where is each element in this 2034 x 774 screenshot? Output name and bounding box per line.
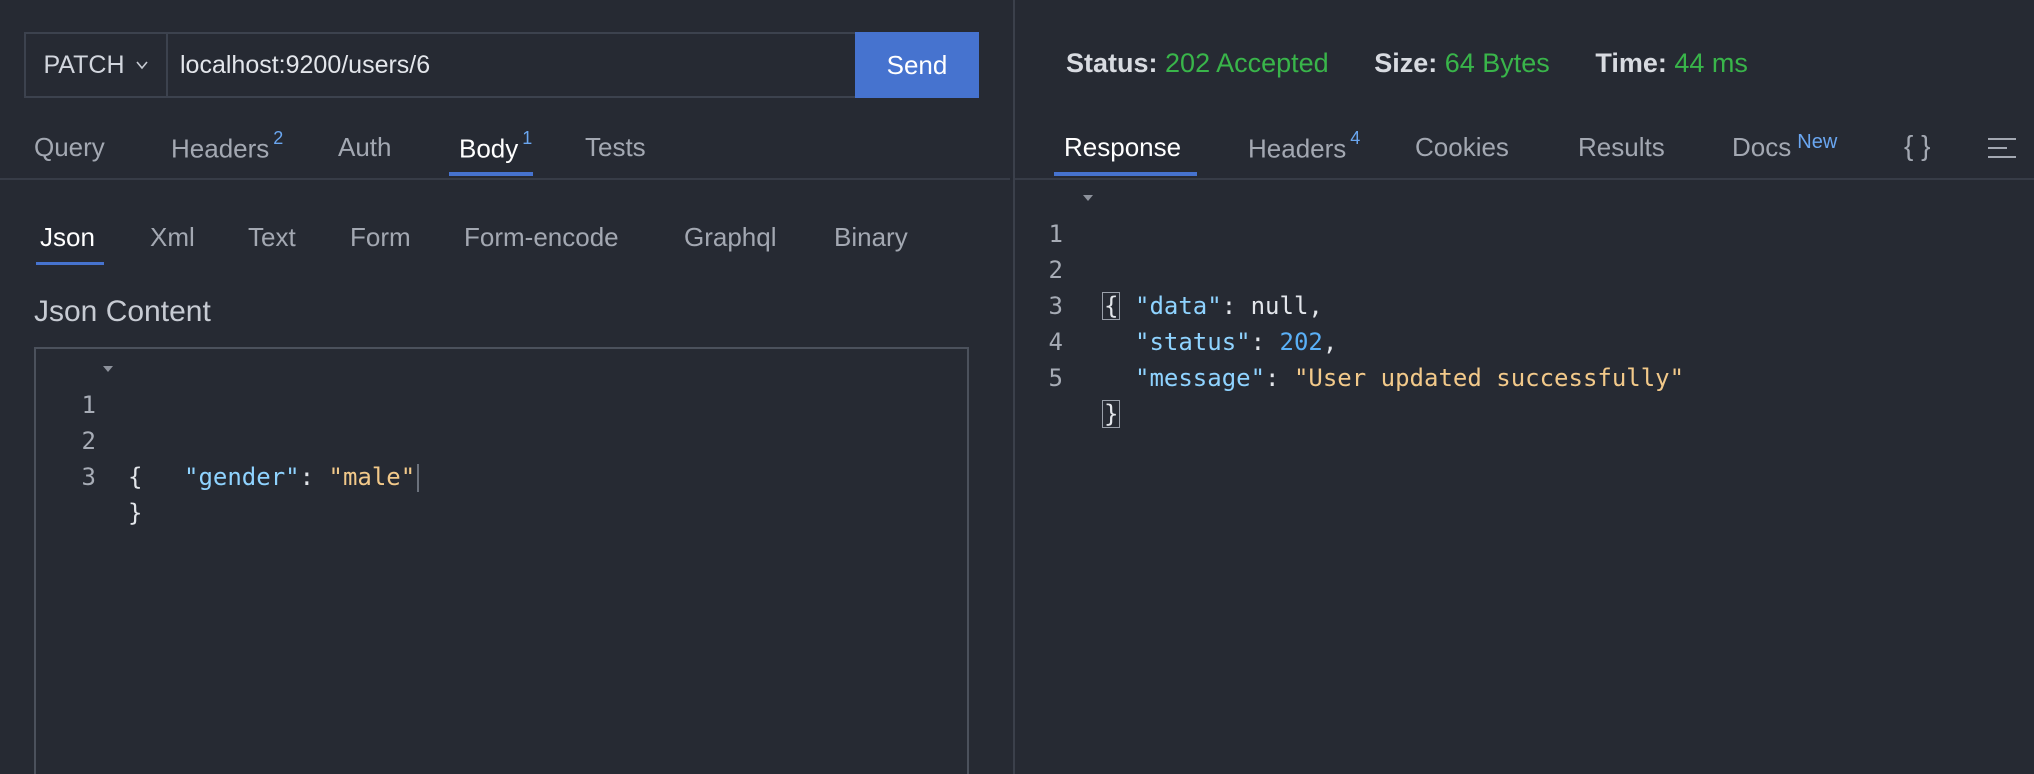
response-text: "message": "User updated successfully" [1135,360,1684,396]
body-tab-json[interactable]: Json [40,222,95,253]
body-tab-form[interactable]: Form [350,222,411,253]
request-pane: PATCH Send Query Headers2 Auth Body1 [0,0,1013,774]
request-tabs: Query Headers 2 Auth Body 1 Tests [0,120,1010,180]
tab-headers[interactable]: Headers 2 [171,128,283,165]
tab-query-label: Query [34,132,105,162]
response-line: 2 "data": null, [1015,216,1323,320]
json-separator: : [1250,328,1280,356]
response-meta: Status: 202 Accepted Size: 64 Bytes Time… [1066,48,1786,79]
response-text: "data": null, [1135,288,1323,324]
response-line: 1 { [1015,180,1131,320]
tab-cookies-label: Cookies [1415,132,1509,162]
json-trailing-comma: , [1322,328,1338,356]
fold-arrow-icon[interactable] [102,364,114,374]
tab-response-headers-label: Headers [1248,133,1347,164]
tab-auth-label: Auth [338,132,392,162]
active-response-tab-indicator [1054,172,1197,176]
json-value: "User updated successfully" [1293,364,1685,392]
json-key: "gender" [184,463,300,491]
fold-arrow-icon[interactable] [1082,193,1094,203]
size-value: 64 Bytes [1444,48,1550,78]
tab-query[interactable]: Query [34,132,105,163]
response-line: 5 } [1015,324,1131,428]
json-content-label: Json Content [34,295,211,328]
json-separator: : [299,463,329,491]
body-tab-graphql[interactable]: Graphql [684,222,777,253]
tab-results[interactable]: Results [1578,132,1665,163]
url-bar: PATCH Send [24,32,979,98]
json-trailing-comma: , [1308,292,1323,320]
body-tab-binary[interactable]: Binary [834,222,908,253]
method-label: PATCH [43,50,125,79]
tab-tests[interactable]: Tests [585,132,646,163]
response-tabs: Response Headers 4 Cookies Results Docs Ne… [1015,120,2034,180]
json-separator: : [1265,364,1294,392]
time-label: Time: [1595,48,1667,78]
tab-results-label: Results [1578,132,1665,162]
editor-text: } [128,499,143,527]
json-separator: : [1221,292,1251,320]
body-count-badge: 1 [522,128,533,148]
tab-body[interactable]: Body 1 [459,128,532,165]
line-number: 3 [81,463,96,491]
tab-docs[interactable]: Docs New [1732,131,1838,163]
tab-auth[interactable]: Auth [338,132,392,163]
json-value: null [1250,292,1309,320]
json-value: "male" [328,463,416,491]
body-tab-form-encode[interactable]: Form-encode [464,222,619,253]
tab-tests-label: Tests [585,132,646,162]
editor-line: 1 { [36,351,152,491]
json-key: "status" [1135,328,1251,356]
url-input[interactable] [168,34,855,96]
editor-line: 3 } [36,423,152,527]
line-number: 5 [1048,364,1063,392]
tab-cookies[interactable]: Cookies [1415,132,1509,163]
response-viewer[interactable]: 1 { 2 "data": null, 3 "status": 202, 4 "… [1015,180,2034,428]
json-key: "message" [1135,364,1266,392]
body-type-tabs: Json Xml Text Form Form-encode Graphql B… [0,210,1010,270]
json-value: 202 [1279,328,1323,356]
editor-line: 2 "gender": "male" [36,387,420,492]
editor-text: "gender": "male" [184,459,420,495]
time-value: 44 ms [1674,48,1748,78]
text-cursor [417,464,420,492]
braces-icon[interactable]: { } [1904,130,1930,162]
api-client-window: PATCH Send Query Headers2 Auth Body1 [0,0,2034,774]
send-button[interactable]: Send [855,32,979,98]
body-tab-xml[interactable]: Xml [150,222,195,253]
tab-body-label: Body [459,133,519,164]
menu-lines-icon[interactable] [1987,137,2017,159]
response-headers-count-badge: 4 [1350,128,1361,148]
response-text: "status": 202, [1135,324,1337,360]
matched-brace: } [1102,400,1121,428]
chevron-down-icon [135,61,148,70]
response-pane: Status: 202 Accepted Size: 64 Bytes Time… [1015,0,2034,774]
active-body-tab-indicator [36,262,104,265]
response-line: 4 "message": "User updated successfully" [1015,288,1685,392]
docs-new-badge: New [1797,131,1838,153]
size-label: Size: [1374,48,1438,78]
body-tab-text[interactable]: Text [248,222,296,253]
tab-response[interactable]: Response [1064,132,1181,163]
tab-response-headers[interactable]: Headers 4 [1248,128,1360,165]
tab-headers-label: Headers [171,133,270,164]
headers-count-badge: 2 [273,128,284,148]
tab-response-label: Response [1064,132,1182,162]
active-tab-indicator [449,172,533,176]
status-label: Status: [1066,48,1158,78]
tab-docs-label: Docs [1732,132,1792,162]
json-key: "data" [1135,292,1222,320]
method-select[interactable]: PATCH [26,34,168,96]
json-editor[interactable]: 1 { 2 "gender": "male" 3 } [34,347,969,774]
response-line: 3 "status": 202, [1015,252,1338,356]
status-value: 202 Accepted [1165,48,1329,78]
